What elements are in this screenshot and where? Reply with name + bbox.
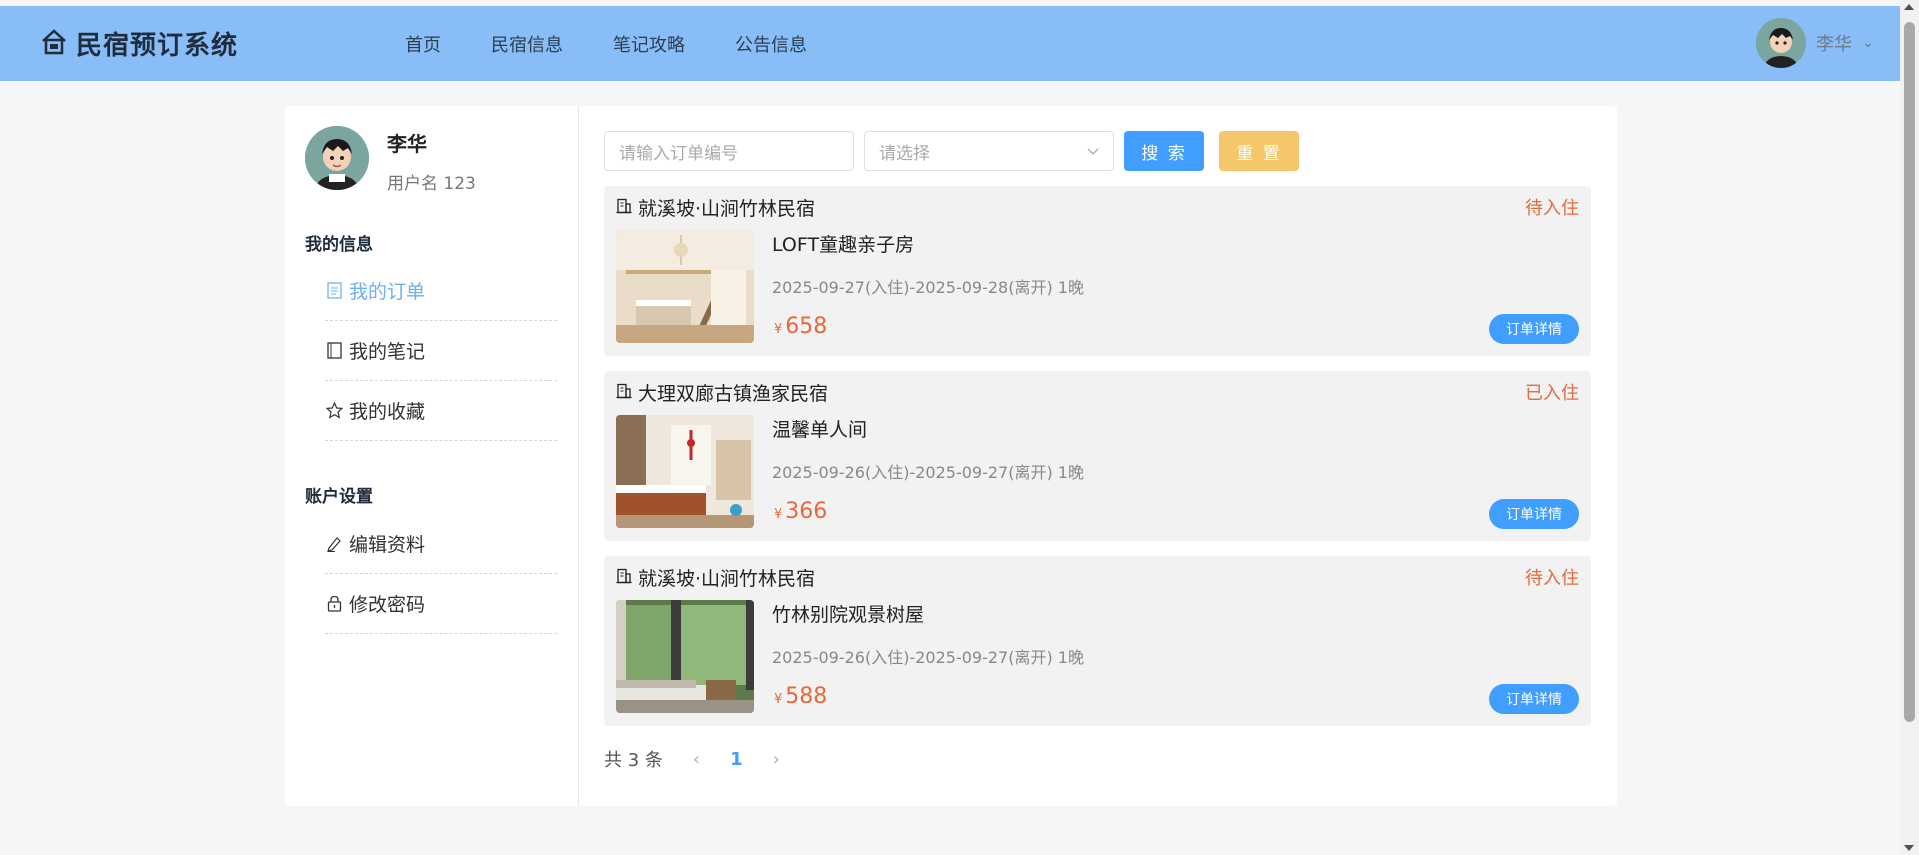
order-number-placeholder: 请输入订单编号 bbox=[619, 143, 738, 164]
search-bar: 请输入订单编号 请选择 搜 索 重 置 bbox=[604, 131, 1299, 171]
top-navbar: 民宿预订系统 首页 民宿信息 笔记攻略 公告信息 李华 ⌄ bbox=[0, 6, 1900, 81]
order-icon bbox=[325, 282, 343, 300]
order-card: 大理双廊古镇渔家民宿 已入住 温馨单人间 2025-09-26(入住)-2025… bbox=[604, 371, 1591, 541]
orders-panel: 请输入订单编号 请选择 搜 索 重 置 就溪坡·山涧竹林民宿 待入住 LOFT童… bbox=[579, 106, 1617, 806]
sidebar-item-label: 我的订单 bbox=[349, 281, 426, 303]
order-price: ¥ 366 bbox=[774, 499, 827, 524]
chevron-left-icon[interactable]: ‹ bbox=[693, 749, 700, 770]
order-detail-button[interactable]: 订单详情 bbox=[1489, 684, 1579, 714]
order-detail-button[interactable]: 订单详情 bbox=[1489, 314, 1579, 344]
order-number-input[interactable]: 请输入订单编号 bbox=[604, 131, 854, 171]
sidebar-item-label: 我的收藏 bbox=[349, 401, 426, 423]
room-name: LOFT童趣亲子房 bbox=[772, 234, 915, 256]
scroll-down-arrow[interactable] bbox=[1904, 845, 1914, 851]
sidebar-item-my-orders[interactable]: 我的订单 bbox=[325, 261, 557, 321]
page-scrollbar[interactable] bbox=[1900, 0, 1919, 855]
search-button[interactable]: 搜 索 bbox=[1124, 131, 1204, 171]
user-menu[interactable]: 李华 ⌄ bbox=[1756, 18, 1874, 68]
building-icon bbox=[616, 382, 632, 404]
lock-icon bbox=[325, 595, 343, 613]
sidebar-item-label: 修改密码 bbox=[349, 594, 426, 616]
chevron-right-icon[interactable]: › bbox=[773, 749, 780, 770]
room-name: 竹林别院观景树屋 bbox=[772, 604, 925, 626]
page-number[interactable]: 1 bbox=[730, 749, 743, 770]
order-card: 就溪坡·山涧竹林民宿 待入住 竹林别院观景树屋 2025-09-26(入住)-2… bbox=[604, 556, 1591, 726]
status-badge: 待入住 bbox=[1525, 568, 1579, 589]
star-icon bbox=[325, 402, 343, 420]
building-icon bbox=[616, 197, 632, 219]
sidebar-item-label: 我的笔记 bbox=[349, 341, 426, 363]
pagination: 共 3 条 ‹ 1 › bbox=[604, 746, 780, 772]
reset-button[interactable]: 重 置 bbox=[1219, 131, 1299, 171]
sidebar-item-change-password[interactable]: 修改密码 bbox=[325, 574, 557, 634]
order-homestay: 就溪坡·山涧竹林民宿 bbox=[616, 564, 815, 591]
chevron-down-icon: ⌄ bbox=[1862, 35, 1874, 51]
room-image[interactable] bbox=[616, 600, 754, 713]
room-image[interactable] bbox=[616, 415, 754, 528]
stay-dates: 2025-09-26(入住)-2025-09-27(离开) 1晚 bbox=[772, 648, 1084, 667]
order-price: ¥ 588 bbox=[774, 684, 827, 709]
home-icon bbox=[40, 28, 68, 60]
order-card: 就溪坡·山涧竹林民宿 待入住 LOFT童趣亲子房 2025-09-27(入住)-… bbox=[604, 186, 1591, 356]
main-nav: 首页 民宿信息 笔记攻略 公告信息 bbox=[405, 6, 807, 81]
pagination-total: 共 3 条 bbox=[604, 750, 663, 771]
nav-notes[interactable]: 笔记攻略 bbox=[613, 31, 685, 57]
homestay-name[interactable]: 就溪坡·山涧竹林民宿 bbox=[638, 194, 815, 221]
profile-avatar bbox=[305, 126, 369, 190]
app-logo[interactable]: 民宿预订系统 bbox=[40, 6, 238, 81]
profile-card: 李华 用户名 123 bbox=[305, 126, 476, 194]
room-name: 温馨单人间 bbox=[772, 419, 868, 441]
status-select-placeholder: 请选择 bbox=[879, 143, 930, 164]
nav-home[interactable]: 首页 bbox=[405, 31, 441, 57]
sidebar-item-my-notes[interactable]: 我的笔记 bbox=[325, 321, 557, 381]
order-detail-button[interactable]: 订单详情 bbox=[1489, 499, 1579, 529]
user-sidebar: 李华 用户名 123 我的信息 我的订单 我的笔记 我的收藏 账户设置 编辑资料… bbox=[285, 106, 579, 806]
order-homestay: 大理双廊古镇渔家民宿 bbox=[616, 379, 828, 406]
stay-dates: 2025-09-27(入住)-2025-09-28(离开) 1晚 bbox=[772, 278, 1084, 297]
stay-dates: 2025-09-26(入住)-2025-09-27(离开) 1晚 bbox=[772, 463, 1084, 482]
currency-symbol: ¥ bbox=[774, 322, 783, 337]
avatar bbox=[1756, 18, 1806, 68]
section-my-info: 我的信息 bbox=[305, 235, 373, 255]
edit-icon bbox=[325, 535, 343, 553]
sidebar-item-my-favorites[interactable]: 我的收藏 bbox=[325, 381, 557, 441]
status-select[interactable]: 请选择 bbox=[864, 131, 1114, 171]
status-badge: 已入住 bbox=[1525, 383, 1579, 404]
building-icon bbox=[616, 567, 632, 589]
status-badge: 待入住 bbox=[1525, 198, 1579, 219]
nav-homestay-info[interactable]: 民宿信息 bbox=[491, 31, 563, 57]
profile-username: 用户名 123 bbox=[387, 174, 476, 194]
order-price: ¥ 658 bbox=[774, 314, 827, 339]
scroll-thumb[interactable] bbox=[1904, 22, 1915, 722]
price-value: 658 bbox=[785, 314, 828, 339]
notebook-icon bbox=[325, 342, 343, 360]
room-image[interactable] bbox=[616, 230, 754, 343]
sidebar-item-label: 编辑资料 bbox=[349, 534, 426, 556]
chevron-down-icon bbox=[1087, 141, 1099, 161]
price-value: 588 bbox=[785, 684, 828, 709]
currency-symbol: ¥ bbox=[774, 692, 783, 707]
nav-announcements[interactable]: 公告信息 bbox=[735, 31, 807, 57]
section-account-settings: 账户设置 bbox=[305, 487, 373, 507]
sidebar-item-edit-profile[interactable]: 编辑资料 bbox=[325, 514, 557, 574]
app-title: 民宿预订系统 bbox=[76, 31, 239, 61]
price-value: 366 bbox=[785, 499, 828, 524]
order-homestay: 就溪坡·山涧竹林民宿 bbox=[616, 194, 815, 221]
homestay-name[interactable]: 大理双廊古镇渔家民宿 bbox=[638, 379, 828, 406]
scroll-up-arrow[interactable] bbox=[1904, 4, 1914, 10]
homestay-name[interactable]: 就溪坡·山涧竹林民宿 bbox=[638, 564, 815, 591]
profile-name: 李华 bbox=[387, 132, 427, 156]
user-name: 李华 bbox=[1816, 34, 1852, 55]
currency-symbol: ¥ bbox=[774, 507, 783, 522]
